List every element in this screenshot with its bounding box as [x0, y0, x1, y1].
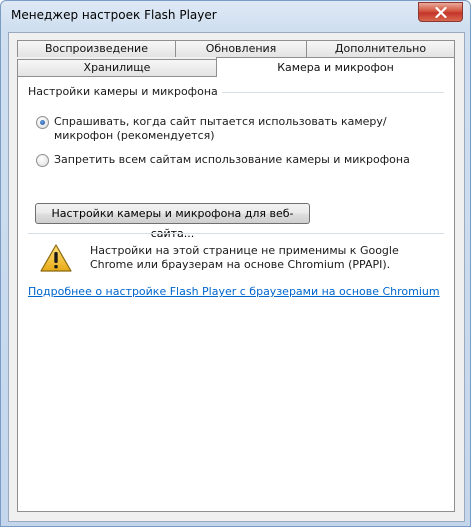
option-block[interactable]: Запретить всем сайтам использование каме… — [36, 153, 434, 167]
window-title: Менеджер настроек Flash Player — [11, 8, 217, 22]
separator — [28, 233, 444, 234]
client-area: Воспроизведение Обновления Дополнительно… — [8, 32, 465, 522]
site-settings-button[interactable]: Настройки камеры и микрофона для веб-сай… — [35, 203, 310, 240]
option-ask[interactable]: Спрашивать, когда сайт пытается использо… — [36, 115, 434, 143]
group-title: Настройки камеры и микрофона — [28, 85, 222, 98]
tab-storage[interactable]: Хранилище — [17, 59, 217, 76]
radio-block[interactable] — [36, 154, 49, 167]
tab-advanced[interactable]: Дополнительно — [306, 40, 455, 57]
warning-text: Настройки на этой странице не применимы … — [90, 244, 399, 271]
camera-microphone-panel: Настройки камеры и микрофона Спрашивать,… — [17, 76, 455, 512]
tab-updates[interactable]: Обновления — [175, 40, 307, 57]
tab-camera-microphone[interactable]: Камера и микрофон — [216, 57, 455, 77]
close-button[interactable] — [418, 2, 463, 22]
close-icon — [434, 6, 447, 18]
settings-window: Менеджер настроек Flash Player Воспроизв… — [0, 0, 471, 527]
radio-ask[interactable] — [36, 116, 49, 129]
option-block-label: Запретить всем сайтам использование каме… — [54, 153, 410, 166]
title-bar[interactable]: Менеджер настроек Flash Player — [1, 1, 470, 31]
warning-icon — [40, 244, 72, 272]
chromium-help-link[interactable]: Подробнее о настройке Flash Player с бра… — [28, 285, 440, 298]
tab-playback[interactable]: Воспроизведение — [17, 40, 176, 57]
option-ask-label: Спрашивать, когда сайт пытается использо… — [54, 115, 387, 142]
